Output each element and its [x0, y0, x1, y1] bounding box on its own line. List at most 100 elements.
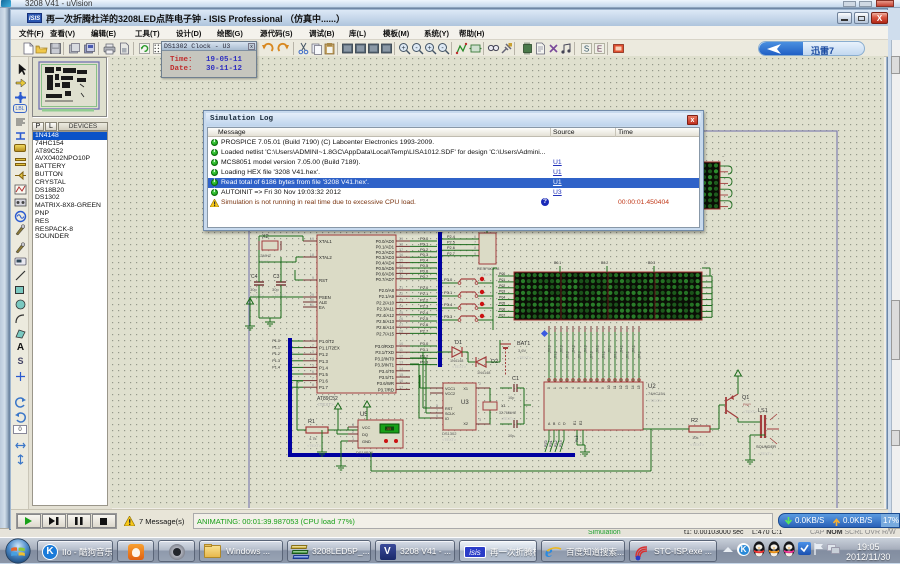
svg-text:P1.4: P1.4 — [272, 365, 280, 369]
svg-text:P3.1: P3.1 — [420, 347, 429, 352]
svg-text:10: 10 — [399, 342, 403, 346]
svg-text:P0.7: P0.7 — [420, 274, 429, 279]
svg-text:4: 4 — [312, 357, 314, 361]
svg-text:P2.3/A11: P2.3/A11 — [377, 307, 395, 312]
svg-text:P1.1: P1.1 — [549, 440, 553, 447]
svg-text:26: 26 — [399, 317, 403, 321]
svg-text:31: 31 — [310, 303, 314, 307]
svg-text:E2: E2 — [579, 421, 583, 425]
svg-text:LS1: LS1 — [758, 408, 768, 414]
svg-text:P1.3: P1.3 — [272, 359, 280, 363]
svg-text:BAT1: BAT1 — [517, 341, 530, 347]
svg-text:P2.5/A13: P2.5/A13 — [376, 319, 394, 324]
svg-text:P2.7: P2.7 — [447, 252, 455, 256]
svg-text:P3.0/RXD: P3.0/RXD — [375, 344, 394, 349]
svg-text:9: 9 — [601, 387, 605, 389]
svg-text:P2.4: P2.4 — [420, 310, 429, 315]
svg-text:30: 30 — [310, 298, 314, 302]
svg-text:12: 12 — [399, 354, 403, 358]
svg-text:D0.1: D0.1 — [596, 345, 600, 352]
svg-text:D4.1: D4.1 — [620, 345, 624, 352]
svg-text:IO: IO — [445, 417, 449, 421]
svg-text:P0.3: P0.3 — [420, 252, 429, 257]
svg-text:X2: X2 — [262, 234, 269, 240]
svg-text:7: 7 — [312, 377, 314, 381]
svg-text:25: 25 — [399, 311, 403, 315]
svg-text:C4: C4 — [251, 274, 258, 280]
svg-text:39: 39 — [399, 237, 403, 241]
svg-text:C1: C1 — [512, 376, 519, 382]
svg-text:10p: 10p — [508, 434, 514, 438]
svg-text:3.6V: 3.6V — [518, 348, 527, 353]
svg-text:30p: 30p — [272, 287, 279, 292]
svg-text:4.7k: 4.7k — [309, 436, 317, 441]
svg-text:8: 8 — [595, 387, 599, 389]
svg-text:D5.1: D5.1 — [626, 351, 630, 358]
svg-text:8: 8 — [474, 246, 476, 250]
svg-text:3: 3 — [352, 423, 354, 427]
svg-text:RST: RST — [445, 407, 453, 411]
svg-text:D6.0: D6.0 — [584, 345, 588, 352]
svg-text:<TEXT>: <TEXT> — [358, 457, 373, 461]
svg-text:EA: EA — [319, 305, 325, 310]
svg-text:6: 6 — [474, 235, 476, 239]
svg-text:P2.1: P2.1 — [420, 291, 429, 296]
svg-text:VCC: VCC — [362, 425, 371, 430]
svg-text:X2: X2 — [463, 422, 468, 426]
svg-text:<TEXT>: <TEXT> — [501, 417, 514, 421]
svg-text:Q1: Q1 — [742, 395, 749, 401]
svg-text:X1: X1 — [463, 387, 468, 391]
svg-text:29: 29 — [310, 293, 314, 297]
svg-text:+: + — [401, 45, 405, 52]
svg-text:P2.6: P2.6 — [447, 246, 455, 250]
svg-text:P2.4: P2.4 — [447, 235, 455, 239]
svg-text:13: 13 — [625, 385, 629, 389]
svg-text:7: 7 — [474, 241, 476, 245]
svg-text:P1.3: P1.3 — [559, 440, 563, 447]
svg-text:P1.5: P1.5 — [319, 372, 328, 377]
svg-text:P0.2: P0.2 — [420, 247, 429, 252]
svg-text:P2.4/A12: P2.4/A12 — [376, 313, 394, 318]
svg-text:P2.6/A14: P2.6/A14 — [376, 325, 394, 330]
svg-text:P1.0/T2: P1.0/T2 — [319, 339, 335, 344]
svg-text:P3.0: P3.0 — [444, 277, 453, 282]
svg-text:9: 9 — [312, 276, 314, 280]
svg-text:32.768kHZ: 32.768kHZ — [499, 411, 517, 415]
svg-text:5: 5 — [436, 404, 438, 408]
svg-text:P1.1: P1.1 — [272, 346, 280, 350]
svg-text:P2.7/A15: P2.7/A15 — [376, 331, 394, 336]
svg-text:2: 2 — [559, 387, 563, 389]
svg-text:P0.4/AD4: P0.4/AD4 — [376, 261, 395, 266]
svg-text:P0.6/AD6: P0.6/AD6 — [376, 271, 395, 276]
svg-text:1N4148: 1N4148 — [450, 359, 463, 363]
svg-text:U3: U3 — [461, 400, 469, 406]
svg-text:18: 18 — [310, 253, 314, 257]
svg-text:D7.1: D7.1 — [638, 351, 642, 358]
svg-text:P04: P04 — [499, 296, 505, 300]
svg-text:DS18B20: DS18B20 — [356, 450, 374, 455]
svg-text:15: 15 — [637, 385, 641, 389]
svg-text:P0.0: P0.0 — [420, 236, 429, 241]
svg-text:P1.3: P1.3 — [319, 359, 328, 364]
svg-text:22: 22 — [399, 292, 403, 296]
svg-text:15: 15 — [399, 373, 403, 377]
svg-text:DQ: DQ — [362, 432, 368, 437]
svg-text:D0.0: D0.0 — [548, 345, 552, 352]
svg-text:<TEXT>: <TEXT> — [517, 356, 532, 360]
svg-text:<TEXT>: <TEXT> — [317, 402, 334, 407]
svg-text:10k: 10k — [692, 435, 698, 440]
svg-text:14: 14 — [631, 385, 635, 389]
svg-text:<TEXT>: <TEXT> — [690, 443, 705, 447]
svg-text:14: 14 — [399, 367, 403, 371]
svg-text:RST: RST — [319, 278, 328, 283]
svg-text:P05: P05 — [499, 302, 505, 306]
svg-text:10p: 10p — [508, 396, 514, 400]
svg-text:<TEXT>: <TEXT> — [758, 452, 773, 456]
svg-text:P06: P06 — [499, 307, 505, 311]
svg-text:P3.3/INT1: P3.3/INT1 — [375, 363, 395, 368]
svg-text:11: 11 — [613, 385, 617, 389]
svg-text:2: 2 — [352, 430, 354, 434]
svg-text:P0.1/AD1: P0.1/AD1 — [376, 244, 395, 249]
svg-text:SCLK: SCLK — [445, 412, 455, 416]
svg-text:U2: U2 — [648, 384, 656, 390]
